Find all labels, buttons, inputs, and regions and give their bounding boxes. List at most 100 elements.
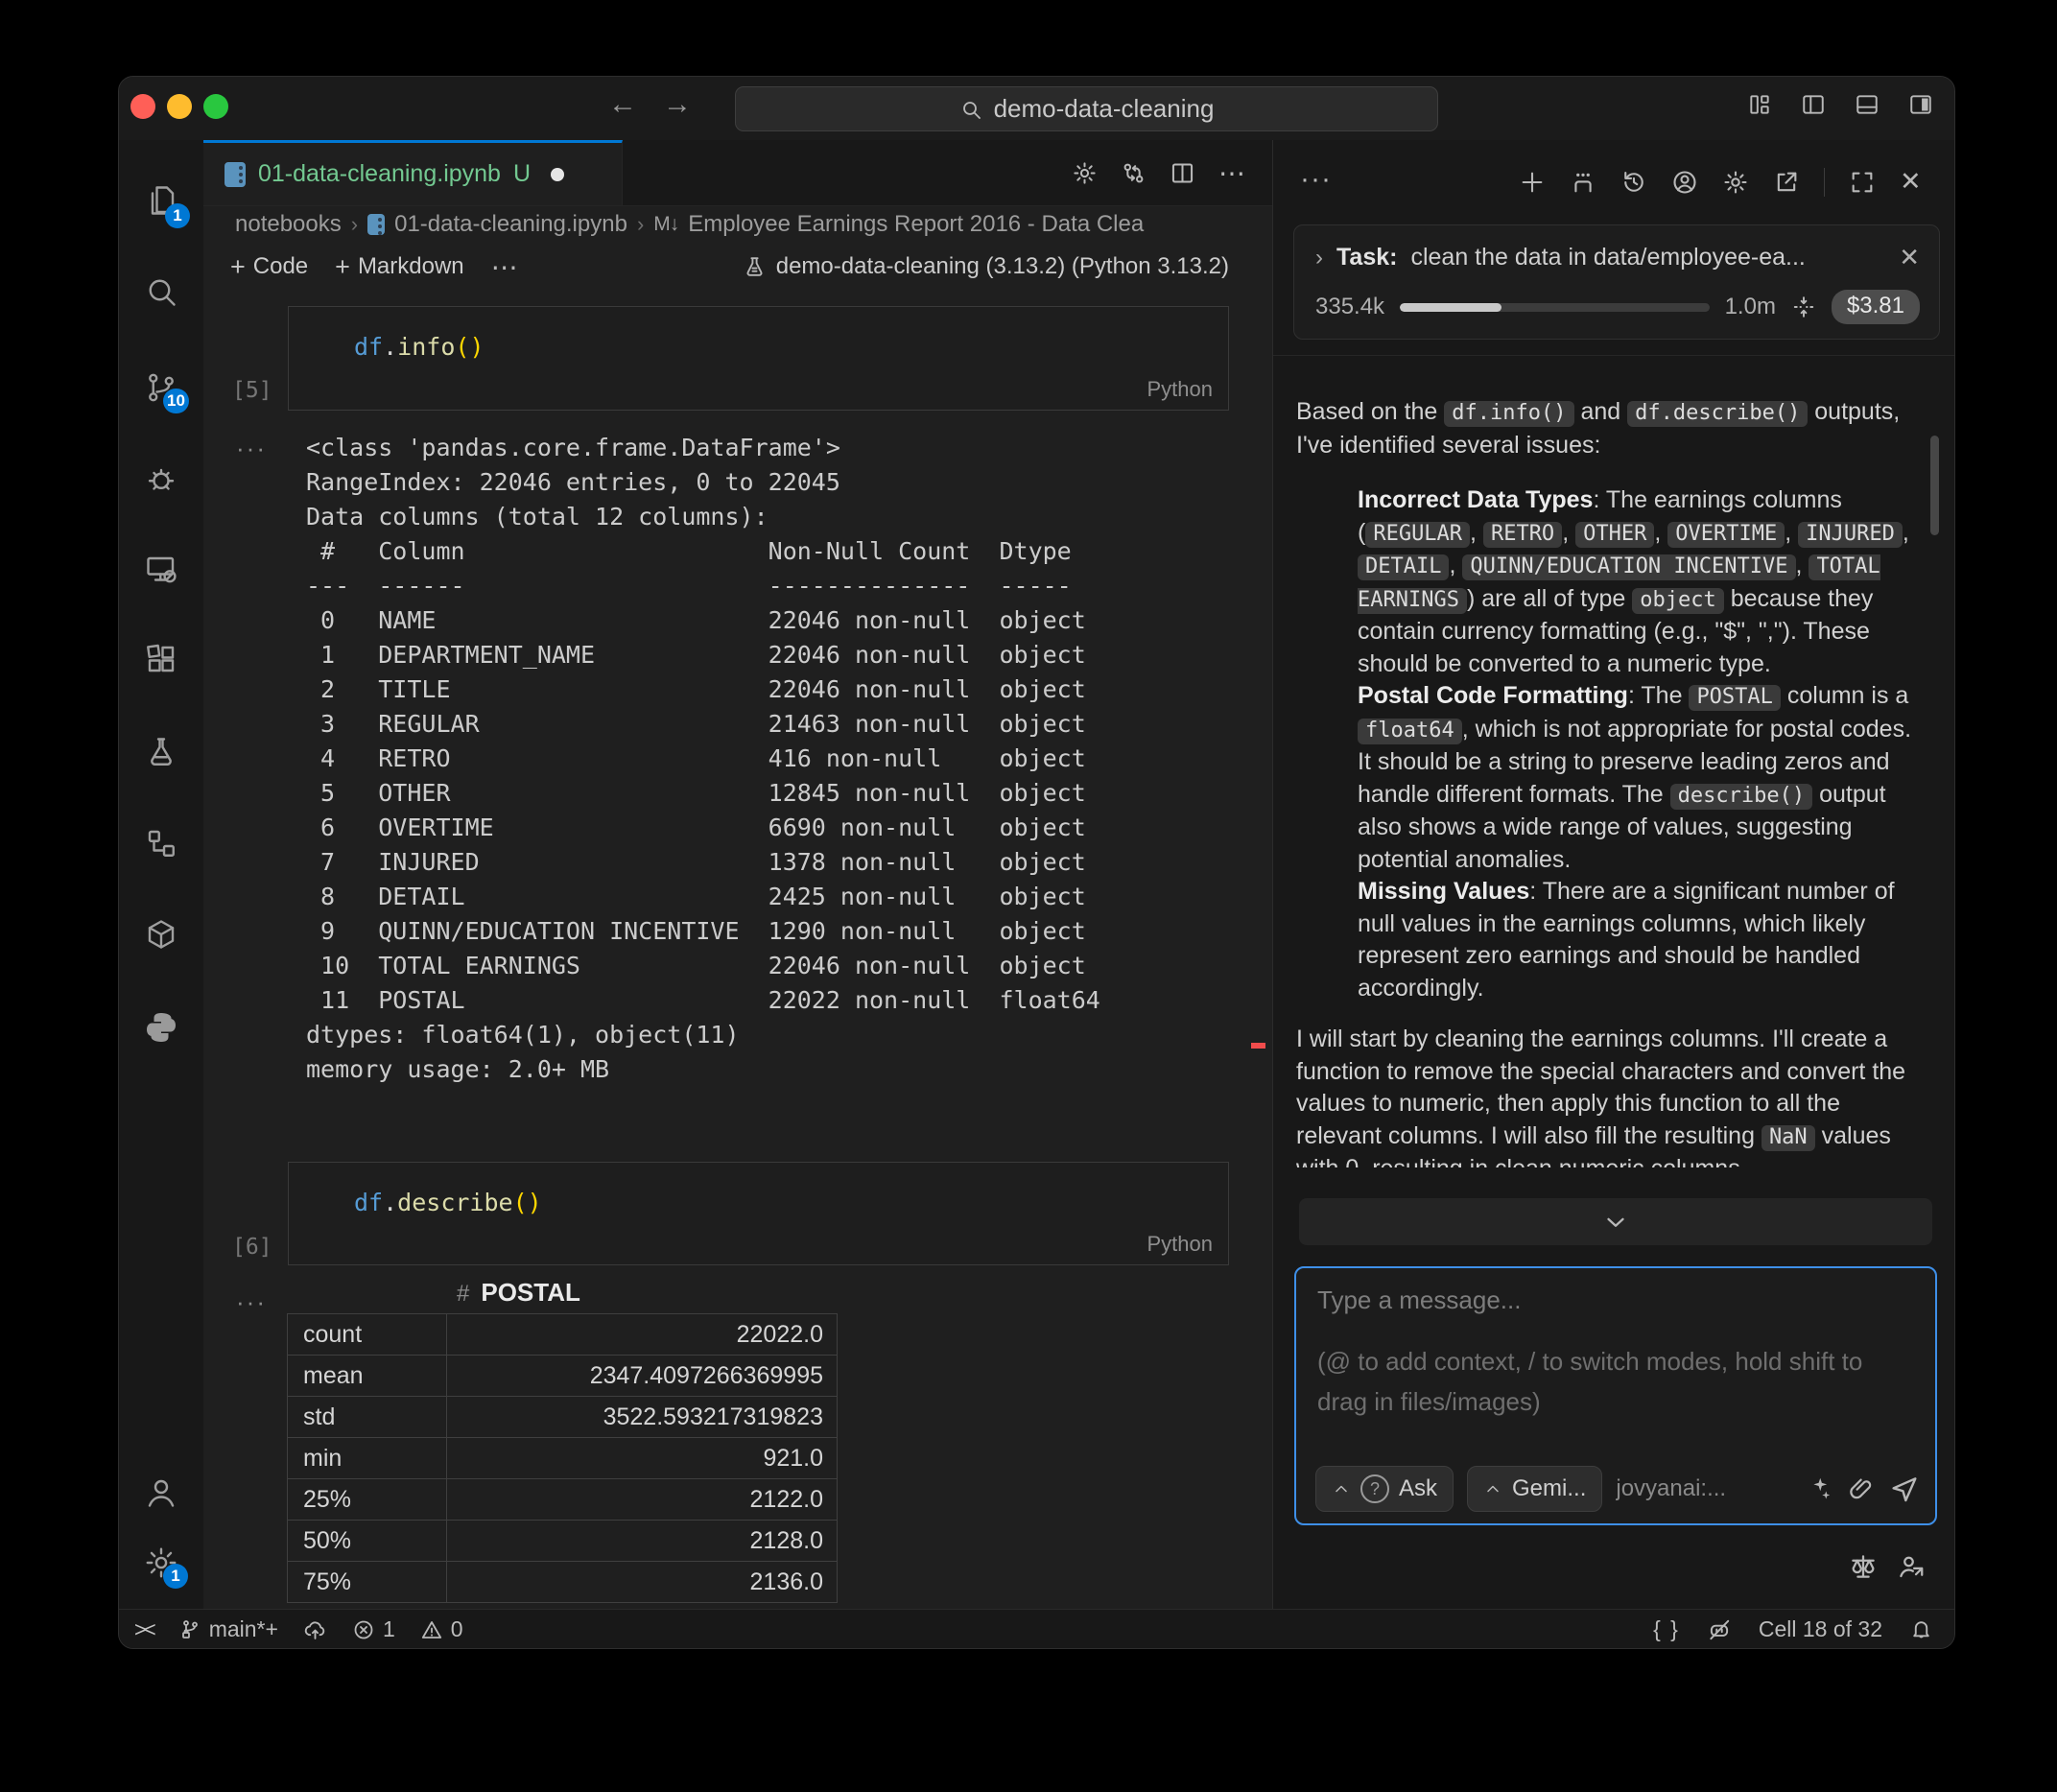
cell-indicator[interactable]: Cell 18 of 32: [1759, 1616, 1882, 1642]
add-markdown-cell-button[interactable]: + Markdown: [335, 252, 464, 282]
toggle-primary-sidebar-icon[interactable]: [1801, 92, 1826, 117]
ask-mode-button[interactable]: ? Ask: [1315, 1466, 1454, 1512]
code-cell-5[interactable]: df.info() Python: [288, 306, 1229, 411]
sidebar-item-source-control[interactable]: 10: [119, 354, 203, 421]
cell-language-label[interactable]: Python: [1147, 1232, 1214, 1257]
agents-icon[interactable]: [1570, 169, 1596, 196]
close-panel-icon[interactable]: ✕: [1900, 167, 1922, 197]
stat-value: 2128.0: [447, 1521, 838, 1562]
tab-notebook[interactable]: 01-data-cleaning.ipynb U: [203, 140, 623, 205]
chat-paragraph: I will start by cleaning the earnings co…: [1296, 1024, 1916, 1167]
breadcrumb-file[interactable]: 01-data-cleaning.ipynb: [394, 211, 627, 238]
toggle-panel-icon[interactable]: [1855, 92, 1880, 117]
table-row: std3522.593217319823: [288, 1397, 838, 1438]
notebook-scroll-area[interactable]: df.info() Python [5] ··· <class 'pandas.…: [203, 290, 1272, 1609]
split-editor-icon[interactable]: [1170, 160, 1195, 186]
command-center-search[interactable]: demo-data-cleaning: [735, 86, 1438, 131]
task-card[interactable]: › Task: clean the data in data/employee-…: [1293, 224, 1940, 340]
history-icon[interactable]: [1620, 169, 1647, 196]
problems-warnings[interactable]: 0: [420, 1616, 463, 1642]
chevron-right-icon: ›: [637, 212, 644, 237]
forward-arrow-icon[interactable]: →: [658, 88, 697, 121]
problems-errors[interactable]: 1: [352, 1616, 395, 1642]
more-actions-icon[interactable]: ⋯: [1218, 157, 1245, 189]
open-changes-icon[interactable]: [1121, 160, 1147, 186]
task-close-icon[interactable]: ✕: [1899, 243, 1920, 272]
chat-input[interactable]: Type a message... (@ to add context, / t…: [1294, 1266, 1937, 1525]
sidebar-item-container[interactable]: [119, 901, 203, 968]
inline-code: DETAIL: [1358, 554, 1449, 580]
status-bar: >< main*+ 1 0 { } Cell 18 of 32: [119, 1609, 1954, 1649]
sidebar-item-python[interactable]: [119, 994, 203, 1061]
branch-name: main*+: [209, 1616, 278, 1642]
extensions-icon: [144, 642, 178, 676]
chevron-right-icon[interactable]: ›: [1315, 245, 1323, 271]
maximize-traffic-light[interactable]: [203, 94, 228, 119]
tab-filename: 01-data-cleaning.ipynb: [258, 160, 501, 188]
breadcrumb-folder[interactable]: notebooks: [235, 211, 342, 238]
open-external-icon[interactable]: [1773, 169, 1800, 196]
notifications-button[interactable]: [1909, 1617, 1933, 1641]
sidebar-item-extensions[interactable]: [119, 625, 203, 693]
panel-more-icon[interactable]: ···: [1300, 163, 1332, 196]
model-picker-button[interactable]: Gemi...: [1467, 1466, 1602, 1512]
kernel-picker[interactable]: demo-data-cleaning (3.13.2) (Python 3.13…: [743, 244, 1229, 290]
sidebar-item-remote-monitor[interactable]: [119, 536, 203, 603]
sidebar-item-explorer[interactable]: 1: [119, 167, 203, 234]
inline-code: OVERTIME: [1667, 522, 1785, 548]
add-code-cell-button[interactable]: + Code: [230, 252, 308, 282]
chat-transcript[interactable]: Based on the df.info() and df.describe()…: [1296, 396, 1916, 1194]
sparkle-icon[interactable]: [1805, 1474, 1833, 1503]
output-collapse-button[interactable]: ···: [236, 1287, 267, 1317]
code-cell-6[interactable]: df.describe() Python: [288, 1162, 1229, 1265]
remote-indicator[interactable]: ><: [134, 1617, 154, 1642]
breadcrumb: notebooks › 01-data-cleaning.ipynb › M↓ …: [203, 205, 1272, 244]
task-title: clean the data in data/employee-ea...: [1410, 244, 1805, 271]
copilot-disabled-indicator[interactable]: [1707, 1617, 1732, 1642]
minimize-traffic-light[interactable]: [167, 94, 192, 119]
braces-indicator[interactable]: { }: [1653, 1616, 1680, 1642]
sidebar-item-testing[interactable]: [119, 719, 203, 786]
plus-icon: +: [335, 252, 350, 282]
cell-5-code[interactable]: df.info(): [289, 307, 1228, 361]
close-traffic-light[interactable]: [130, 94, 155, 119]
account-icon[interactable]: [1671, 169, 1698, 196]
customize-layout-icon[interactable]: [1747, 92, 1772, 117]
scroll-to-bottom-button[interactable]: [1299, 1198, 1932, 1245]
account-button[interactable]: [119, 1459, 203, 1526]
branch-indicator[interactable]: main*+: [178, 1616, 278, 1642]
cost-badge[interactable]: $3.81: [1832, 290, 1920, 324]
attach-icon[interactable]: [1847, 1474, 1876, 1503]
titlebar: ← → demo-data-cleaning: [119, 77, 1954, 141]
output-collapse-button[interactable]: ···: [236, 434, 267, 463]
question-icon: ?: [1360, 1474, 1389, 1503]
handoff-person-icon[interactable]: [1897, 1552, 1926, 1581]
stat-value: 22022.0: [447, 1314, 838, 1356]
table-row: 75%2136.0: [288, 1562, 838, 1603]
send-icon[interactable]: [1889, 1474, 1920, 1504]
chevron-down-icon: [1601, 1208, 1630, 1237]
sidebar-item-search[interactable]: [119, 258, 203, 325]
scrollbar-thumb[interactable]: [1930, 436, 1939, 535]
stat-label: 50%: [288, 1521, 447, 1562]
breadcrumb-section[interactable]: Employee Earnings Report 2016 - Data Cle…: [688, 211, 1144, 238]
fullscreen-icon[interactable]: [1849, 169, 1876, 196]
compact-context-icon[interactable]: [1791, 295, 1816, 319]
toggle-secondary-sidebar-icon[interactable]: [1908, 92, 1933, 117]
inline-code: NaN: [1761, 1125, 1815, 1151]
sidebar-item-run-debug[interactable]: [119, 445, 203, 512]
cell-language-label[interactable]: Python: [1147, 377, 1214, 402]
publish-button[interactable]: [303, 1617, 327, 1641]
cell-6-code[interactable]: df.describe(): [289, 1163, 1228, 1216]
new-chat-icon[interactable]: [1519, 169, 1546, 196]
stat-label: std: [288, 1397, 447, 1438]
notebook-settings-gear-icon[interactable]: [1072, 160, 1098, 186]
error-icon: [352, 1618, 375, 1641]
gear-icon[interactable]: [1722, 169, 1749, 196]
sidebar-item-flowchart-extension[interactable]: [119, 810, 203, 877]
toolbar-more-icon[interactable]: ⋯: [491, 251, 518, 283]
settings-button[interactable]: 1: [119, 1529, 203, 1596]
rules-scales-icon[interactable]: [1849, 1552, 1878, 1581]
back-arrow-icon[interactable]: ←: [603, 88, 642, 121]
chat-paragraph: Based on the df.info() and df.describe()…: [1296, 396, 1916, 461]
